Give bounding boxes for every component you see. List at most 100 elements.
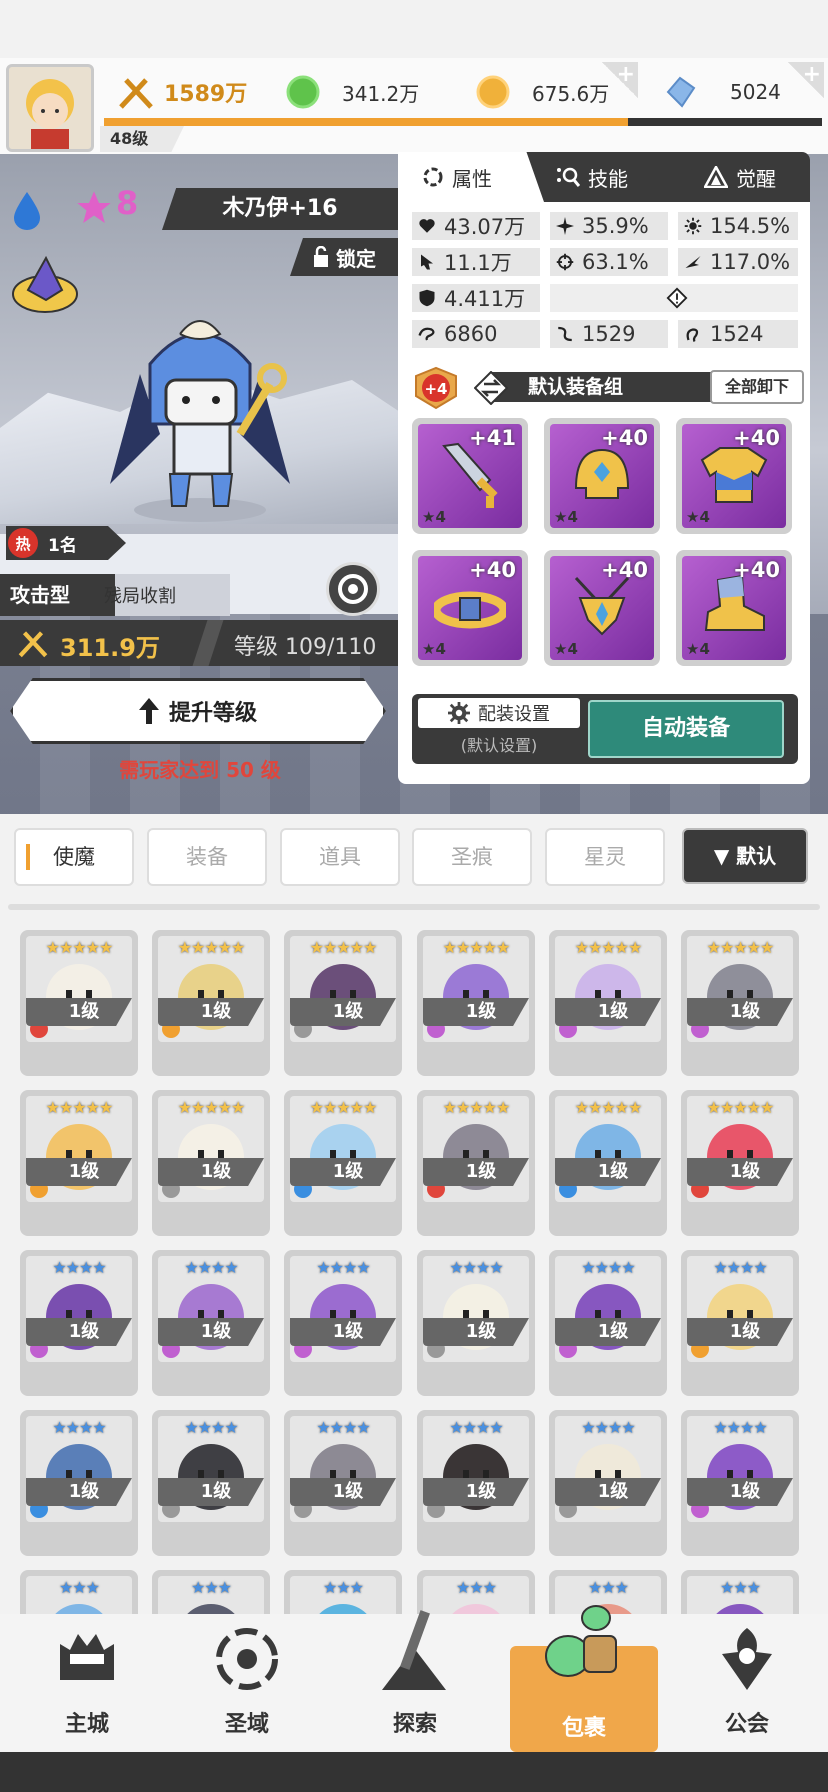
familiar-portrait: ★★★★★ <box>555 936 661 1042</box>
familiar-card[interactable]: ★★★★★ 1级 <box>20 1090 138 1236</box>
top-resource-bar: 1589万 341.2万 675.6万 + 5024 + 48级 <box>0 58 828 154</box>
familiar-eyes <box>198 1310 224 1318</box>
tab-attributes[interactable]: 属性 <box>398 152 544 202</box>
familiar-card[interactable]: ★★★★★ 1级 <box>681 930 799 1076</box>
unload-all-button[interactable]: 全部卸下 <box>710 370 804 404</box>
familiar-eyes <box>595 1310 621 1318</box>
upgrade-level-button[interactable]: 提升等级 <box>10 678 386 744</box>
familiar-portrait: ★★★★★ <box>423 936 529 1042</box>
stat-hp-value: 43.07万 <box>444 215 526 239</box>
familiar-portrait: ★★★★★ <box>290 936 396 1042</box>
familiar-card[interactable]: ★★★1级 <box>681 1570 799 1614</box>
familiar-card[interactable]: ★★★★★ 1级 <box>417 930 535 1076</box>
config-settings-button[interactable]: 配装设置 <box>418 698 580 728</box>
gear-slot-weapon[interactable]: +41 ★4 <box>412 418 528 534</box>
familiar-card[interactable]: ★★★★ 1级 <box>152 1250 270 1396</box>
filter-tab-items[interactable]: 道具 <box>280 828 400 886</box>
diamond-add-button[interactable]: + <box>788 62 824 98</box>
familiar-card[interactable]: ★★★★★ 1级 <box>284 930 402 1076</box>
auto-equip-button[interactable]: 自动装备 <box>588 700 784 758</box>
familiar-eyes <box>66 990 92 998</box>
level-requirement: 需玩家达到 50 级 <box>119 758 281 782</box>
familiar-card[interactable]: ★★★★ 1级 <box>549 1250 667 1396</box>
filter-tab-equipment[interactable]: 装备 <box>147 828 267 886</box>
attack-icon <box>421 254 433 270</box>
sort-dropdown[interactable]: ▼ 默认 <box>682 828 808 884</box>
familiar-eyes <box>330 1150 356 1158</box>
lock-button[interactable]: 锁定 <box>290 238 398 276</box>
sun-icon <box>684 217 702 235</box>
locked-stat-slot <box>550 284 798 312</box>
player-avatar[interactable] <box>6 64 94 152</box>
familiar-card[interactable]: ★★★★★ 1级 <box>152 1090 270 1236</box>
nav-guild[interactable]: 公会 <box>672 1614 822 1752</box>
familiar-card[interactable]: ★★★★ 1级 <box>681 1250 799 1396</box>
familiar-card[interactable]: ★★★★★ 1级 <box>417 1090 535 1236</box>
familiar-card[interactable]: ★★★★ 1级 <box>549 1410 667 1556</box>
familiar-face <box>178 1604 244 1614</box>
nav-explore[interactable]: 探索 <box>340 1610 490 1752</box>
attribute-icon <box>423 167 443 187</box>
filter-tab-spirits[interactable]: 星灵 <box>545 828 665 886</box>
familiar-level: 1级 <box>555 1318 661 1346</box>
familiar-card[interactable]: ★★★★★ 1级 <box>549 1090 667 1236</box>
familiar-card[interactable]: ★★★★★ 1级 <box>284 1090 402 1236</box>
filter-tab-familiar[interactable]: 使魔 <box>14 828 134 886</box>
familiar-card[interactable]: ★★★★ 1级 <box>20 1410 138 1556</box>
gear-slot-necklace[interactable]: +40 ★4 <box>544 550 660 666</box>
tab-awaken[interactable]: 觉醒 <box>704 152 804 202</box>
hero-power-bar: 311.9万 等级 109/110 <box>0 620 398 666</box>
gear-slot-helmet[interactable]: +40 ★4 <box>544 418 660 534</box>
familiar-card[interactable]: ★★★★ 1级 <box>681 1410 799 1556</box>
familiar-card[interactable]: ★★★★★ 1级 <box>152 930 270 1076</box>
awaken-gem-icon[interactable] <box>10 254 80 318</box>
familiar-card[interactable]: ★★★★ 1级 <box>417 1250 535 1396</box>
diamond-currency[interactable]: 5024 + <box>662 62 824 118</box>
familiar-card[interactable]: ★★★★★ 1级 <box>20 930 138 1076</box>
nav-guild-label: 公会 <box>724 1712 769 1737</box>
nav-sanctuary[interactable]: 圣域 <box>172 1614 322 1752</box>
familiar-card[interactable]: ★★★★ 1级 <box>284 1410 402 1556</box>
familiar-card[interactable]: ★★★1级 <box>20 1570 138 1614</box>
tab-skills[interactable]: 技能 <box>556 152 676 202</box>
nav-main-city-label: 主城 <box>64 1712 109 1737</box>
familiar-eyes <box>463 990 489 998</box>
familiar-card[interactable]: ★★★1级 <box>152 1570 270 1614</box>
familiar-card[interactable]: ★★★★ 1级 <box>417 1410 535 1556</box>
familiar-level: 1级 <box>26 1318 132 1346</box>
familiar-eyes <box>198 1150 224 1158</box>
hero-character-art <box>110 320 290 522</box>
gear-armor-level: +40 <box>733 426 780 450</box>
familiar-level: 1级 <box>290 1478 396 1506</box>
swap-icon[interactable] <box>474 371 508 405</box>
gold-add-button[interactable]: + <box>602 62 638 98</box>
diamond-icon <box>666 76 696 108</box>
green-currency[interactable]: 341.2万 <box>286 66 419 118</box>
star-rating: ★★★★★ <box>177 1098 246 1117</box>
gold-currency[interactable]: 675.6万 + <box>476 62 638 118</box>
gear-slot-boots[interactable]: +40 ★4 <box>676 550 792 666</box>
hero-star-count: 8 <box>116 184 139 222</box>
gear-boots-level: +40 <box>733 558 780 582</box>
star-rating: ★★★★★ <box>574 1098 643 1117</box>
star-rating: ★★★★ <box>316 1258 370 1277</box>
familiar-card[interactable]: ★★★★ 1级 <box>20 1250 138 1396</box>
familiar-face <box>46 1604 112 1614</box>
star-rating: ★★★★★ <box>309 938 378 957</box>
star-rating: ★★★★★ <box>574 938 643 957</box>
familiar-card[interactable]: ★★★★★ 1级 <box>549 930 667 1076</box>
familiar-card[interactable]: ★★★★ 1级 <box>152 1410 270 1556</box>
familiar-portrait: ★★★★ <box>687 1416 793 1522</box>
familiar-portrait: ★★★★ <box>423 1256 529 1362</box>
nav-bag[interactable]: 包裹 <box>510 1605 658 1752</box>
filter-tab-stigmata[interactable]: 圣痕 <box>412 828 532 886</box>
gear-slot-armor[interactable]: +40 ★4 <box>676 418 792 534</box>
rotate-view-button[interactable] <box>326 562 380 616</box>
equipment-set-name[interactable]: 默认装备组 <box>492 372 724 402</box>
diamond-value: 5024 <box>730 80 781 104</box>
stat-table: 43.07万 35.9% 154.5% 11.1万 63.1% 117.0% 4… <box>412 212 798 356</box>
nav-main-city[interactable]: 主城 <box>12 1614 162 1752</box>
gear-slot-belt[interactable]: +40 ★4 <box>412 550 528 666</box>
familiar-card[interactable]: ★★★★ 1级 <box>284 1250 402 1396</box>
familiar-card[interactable]: ★★★★★ 1级 <box>681 1090 799 1236</box>
